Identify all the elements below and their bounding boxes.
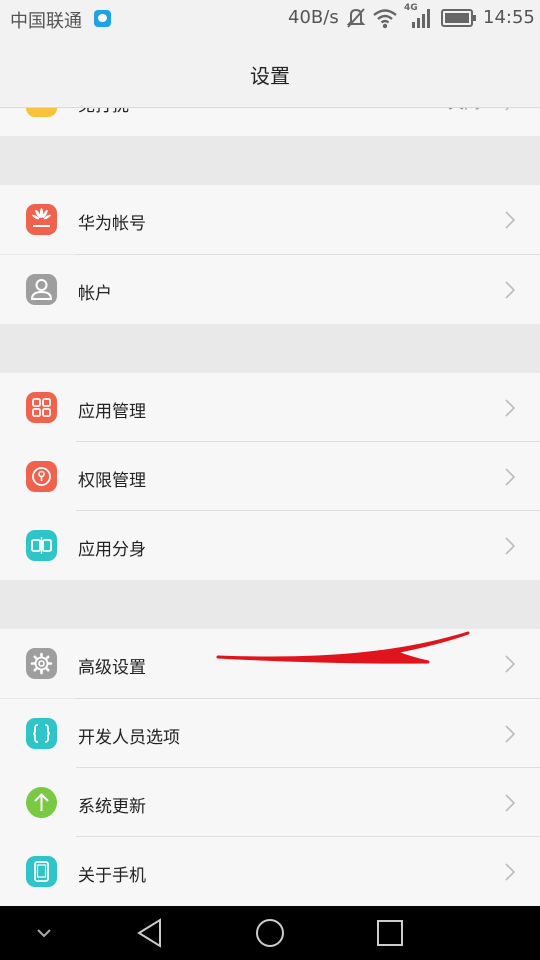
recents-icon[interactable] [375,906,405,960]
battery-icon [441,9,476,27]
carrier-name: 中国联通 [10,11,82,32]
clock: 14:55 [483,7,535,28]
status-bar: 中国联通 40B/s 4G 14:55 [0,0,540,38]
back-icon[interactable] [134,906,166,960]
settings-list[interactable]: 免打扰 关闭 华为帐号 [0,108,540,906]
network-speed: 40B/s [288,7,339,28]
message-notification-icon [94,10,111,27]
red-underline-annotation [216,631,470,664]
title-bar: 设置 [0,38,540,108]
home-icon[interactable] [254,906,286,960]
mute-icon [346,8,366,28]
chevron-down-icon[interactable] [32,906,56,960]
page-title: 设置 [250,64,290,88]
wifi-icon [373,9,397,29]
signal-icon [412,9,430,28]
navigation-bar [0,906,540,960]
